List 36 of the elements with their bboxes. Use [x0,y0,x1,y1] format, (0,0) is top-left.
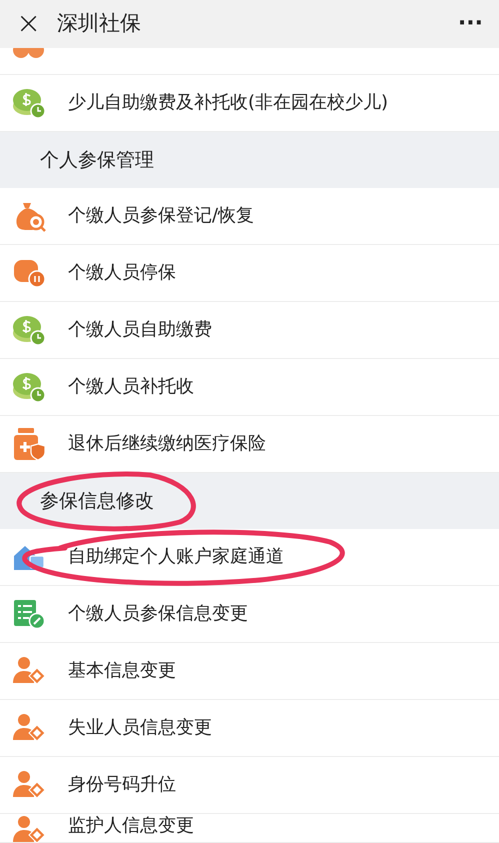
menu-item[interactable]: 个缴人员参保登记/恢复 [0,188,499,245]
menu-item-label: 基本信息变更 [68,659,176,683]
coin-clock-icon [12,87,46,119]
section-header: 参保信息修改 [40,488,154,514]
menu-item[interactable]: 个缴人员参保信息变更 [0,586,499,643]
menu-item-label: 自助绑定个人账户家庭通道 [68,545,284,569]
medicine-box-icon [12,426,46,462]
more-button[interactable]: ··· [458,13,483,35]
menu-item-label: 失业人员信息变更 [68,716,212,740]
person-diamond-icon [12,814,46,843]
menu-item-label: 个缴人员参保信息变更 [68,602,248,626]
menu-item[interactable]: 失业人员信息变更 [0,700,499,757]
close-button[interactable]: × [16,9,42,39]
coins-icon [12,48,46,60]
menu-item-label: 个缴人员补托收 [68,375,194,399]
menu-item[interactable]: 个缴人员停保 [0,245,499,302]
menu-item-label: 退休后继续缴纳医疗保险 [68,432,266,456]
menu-item-label: 个缴人员参保登记/恢复 [68,204,254,228]
coin-clock-icon [12,314,46,346]
pause-badge-icon [12,257,46,289]
window-title: 深圳社保 [57,10,142,38]
menu-item[interactable]: 个缴人员自助缴费 [0,302,499,359]
menu-item-label: 监护人信息变更 [68,814,194,838]
menu-item[interactable]: 个缴人员补托收 [0,359,499,416]
menu-item[interactable]: 身份号码升位 [0,757,499,814]
menu-item-label: 身份号码升位 [68,773,176,797]
menu-item-label: 个缴人员停保 [68,261,176,285]
menu-item[interactable]: 监护人信息变更 [0,814,499,843]
form-edit-icon [12,598,46,630]
menu-item-label: 个缴人员自助缴费 [68,318,212,342]
menu-item[interactable]: 少儿自助缴费及补托收(非在园在校少儿) [0,75,499,132]
menu-item[interactable]: 基本信息变更 [0,643,499,700]
menu-item[interactable]: 退休后继续缴纳医疗保险 [0,416,499,473]
coin-clock-icon [12,371,46,403]
section-header: 个人参保管理 [40,148,154,173]
menu-item-label: 少儿自助缴费及补托收(非在园在校少儿) [68,91,388,115]
